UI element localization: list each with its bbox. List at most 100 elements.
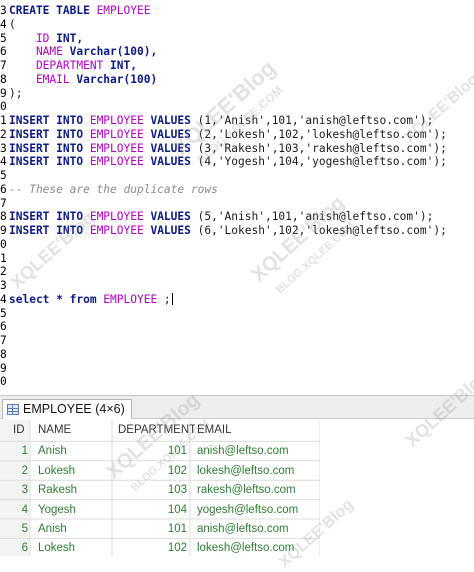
cell-id[interactable]: 1 <box>0 441 28 461</box>
table-row[interactable]: 4 Yogesh 104 yogesh@leftso.com <box>0 500 474 520</box>
sql-editor[interactable]: 3 CREATE TABLE EMPLOYEE 4(5 ID INT, 6 NAME … <box>0 0 474 393</box>
code-text: INSERT INTO EMPLOYEE VALUES (5,'Anish',1… <box>9 210 433 224</box>
code-line[interactable]: 1 INSERT INTO EMPLOYEE VALUES (1,'Anish',… <box>0 114 474 128</box>
line-number: 6 <box>0 182 7 196</box>
code-line[interactable]: 7 DEPARTMENT INT, <box>0 59 474 73</box>
cell-name[interactable]: Anish <box>38 441 118 461</box>
cell-email[interactable]: lokesh@leftso.com <box>197 461 324 481</box>
cell-email[interactable]: yogesh@leftso.com <box>197 500 324 520</box>
code-line[interactable]: 5 ID INT, <box>0 32 474 46</box>
sql-text: (3,'Rakesh',103,'rakesh@leftso.com'); <box>197 141 447 155</box>
cell-department[interactable]: 102 <box>114 461 187 481</box>
code-line[interactable]: 8 INSERT INTO EMPLOYEE VALUES (5,'Anish',… <box>0 210 474 224</box>
sql-identifier: EMPLOYEE <box>89 224 144 237</box>
sql-keyword: INSERT INTO <box>9 210 90 224</box>
sql-keyword: INSERT INTO <box>9 127 90 141</box>
line-number: 7 <box>0 59 7 72</box>
cell-id[interactable]: 4 <box>0 500 28 520</box>
line-number: 8 <box>0 210 7 224</box>
column-header[interactable]: ID <box>13 420 35 440</box>
column-header[interactable]: DEPARTMENT <box>118 420 195 440</box>
table-row[interactable]: 5 Anish 101 anish@leftso.com <box>0 519 474 539</box>
code-line[interactable]: 0 <box>0 375 474 389</box>
line-number: 2 <box>0 265 7 279</box>
sql-text: (4,'Yogesh',104,'yogesh@leftso.com'); <box>197 155 447 169</box>
code-line[interactable]: 3 INSERT INTO EMPLOYEE VALUES (3,'Rakesh'… <box>0 142 474 156</box>
code-line[interactable]: 6 NAME Varchar(100), <box>0 45 474 59</box>
cell-email[interactable]: anish@leftso.com <box>197 519 324 539</box>
results-tab-bar: EMPLOYEE (4×6) <box>0 395 474 419</box>
grid-header-row: ID NAME DEPARTMENT EMAIL <box>0 420 474 440</box>
table-row[interactable]: 1 Anish 101 anish@leftso.com <box>0 441 474 461</box>
code-line[interactable]: 5 <box>0 169 474 183</box>
sql-keyword: INSERT INTO <box>9 141 90 155</box>
line-number: 5 <box>0 306 7 320</box>
cell-name[interactable]: Lokesh <box>38 538 118 558</box>
line-number: 2 <box>0 127 7 141</box>
cell-name[interactable]: Anish <box>38 519 118 539</box>
line-number: 4 <box>0 17 7 31</box>
cell-email[interactable]: anish@leftso.com <box>197 441 324 461</box>
code-text: INSERT INTO EMPLOYEE VALUES (6,'Lokesh',… <box>9 224 447 238</box>
code-text: ID INT, <box>9 32 83 46</box>
sql-keyword: select * from <box>9 292 104 306</box>
code-line[interactable]: 5 <box>0 307 474 321</box>
sql-keyword: VALUES <box>143 114 198 127</box>
code-line[interactable]: 1 <box>0 252 474 266</box>
code-line[interactable]: 2 INSERT INTO EMPLOYEE VALUES (2,'Lokesh'… <box>0 128 474 142</box>
code-line[interactable]: 4( <box>0 18 474 32</box>
sql-text: ); <box>9 86 23 100</box>
code-text: NAME Varchar(100), <box>9 45 157 59</box>
code-line[interactable]: 0 <box>0 100 474 114</box>
cell-department[interactable]: 101 <box>114 519 187 539</box>
line-number: 6 <box>0 320 7 334</box>
code-line[interactable]: 7 <box>0 197 474 211</box>
code-line[interactable]: 4 INSERT INTO EMPLOYEE VALUES (4,'Yogesh'… <box>0 155 474 169</box>
code-line[interactable]: 9 <box>0 362 474 376</box>
line-number: 1 <box>0 114 7 127</box>
cell-name[interactable]: Yogesh <box>38 500 118 520</box>
sql-keyword: INT, <box>56 31 84 45</box>
cell-email[interactable]: lokesh@leftso.com <box>197 538 324 558</box>
code-line[interactable]: 6 -- These are the duplicate rows <box>0 183 474 197</box>
table-row[interactable]: 2 Lokesh 102 lokesh@leftso.com <box>0 461 474 481</box>
column-header[interactable]: NAME <box>38 420 118 440</box>
code-line[interactable]: 7 <box>0 334 474 348</box>
table-row[interactable]: 3 Rakesh 103 rakesh@leftso.com <box>0 480 474 500</box>
code-line[interactable]: 3 <box>0 279 474 293</box>
line-number: 8 <box>0 72 7 86</box>
tab-label: EMPLOYEE (4×6) <box>23 402 125 416</box>
code-line[interactable]: 2 <box>0 265 474 279</box>
code-text: INSERT INTO EMPLOYEE VALUES (3,'Rakesh',… <box>9 142 447 156</box>
sql-keyword: INT, <box>110 59 137 72</box>
code-line[interactable]: 8 <box>0 348 474 362</box>
cell-name[interactable]: Lokesh <box>38 461 118 481</box>
code-line[interactable]: 9 INSERT INTO EMPLOYEE VALUES (6,'Lokesh'… <box>0 224 474 238</box>
cell-email[interactable]: rakesh@leftso.com <box>197 480 324 500</box>
tab-employee-results[interactable]: EMPLOYEE (4×6) <box>2 399 132 419</box>
sql-identifier: EMPLOYEE <box>89 155 144 169</box>
sql-identifier: EMPLOYEE <box>89 114 144 127</box>
cell-department[interactable]: 103 <box>114 480 187 500</box>
line-number: 0 <box>0 237 7 251</box>
sql-keyword: INSERT INTO <box>9 114 90 127</box>
cell-department[interactable]: 102 <box>114 538 187 558</box>
code-line[interactable]: 9); <box>0 87 474 101</box>
cell-id[interactable]: 5 <box>0 519 28 539</box>
cell-id[interactable]: 3 <box>0 480 28 500</box>
cell-department[interactable]: 104 <box>114 500 187 520</box>
code-line[interactable]: 8 EMAIL Varchar(100) <box>0 73 474 87</box>
cell-id[interactable]: 6 <box>0 538 28 558</box>
column-header[interactable]: EMAIL <box>197 420 324 440</box>
line-number: 0 <box>0 100 7 114</box>
code-line[interactable]: 4 select * from EMPLOYEE ; <box>0 292 474 307</box>
cell-department[interactable]: 101 <box>114 441 187 461</box>
table-row[interactable]: 6 Lokesh 102 lokesh@leftso.com <box>0 538 474 558</box>
code-line[interactable]: 0 <box>0 238 474 252</box>
sql-keyword: VALUES <box>143 155 198 169</box>
cell-id[interactable]: 2 <box>0 461 28 481</box>
code-line[interactable]: 6 <box>0 320 474 334</box>
code-line[interactable]: 3 CREATE TABLE EMPLOYEE <box>0 4 474 18</box>
cell-name[interactable]: Rakesh <box>38 480 118 500</box>
sql-keyword: VALUES <box>143 210 198 224</box>
